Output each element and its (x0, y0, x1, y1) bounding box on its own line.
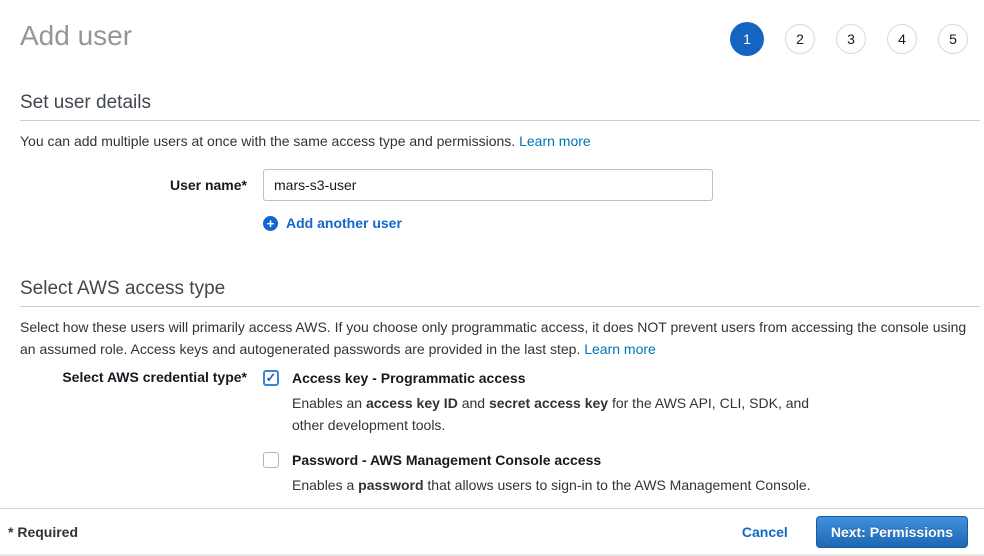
option-console-description: Enables a password that allows users to … (292, 474, 811, 496)
select-access-type-heading: Select AWS access type (20, 278, 980, 300)
user-name-label: User name* (20, 177, 263, 193)
learn-more-link-access-type[interactable]: Learn more (584, 341, 656, 357)
main-content: Set user details You can add multiple us… (0, 92, 984, 510)
step-circle-1: 1 (730, 22, 764, 56)
user-details-description-text: You can add multiple users at once with … (20, 133, 519, 149)
access-type-description: Select how these users will primarily ac… (20, 316, 980, 360)
option-programmatic-access: ✓ Access key - Programmatic access Enabl… (263, 368, 980, 436)
wizard-footer: * Required Cancel Next: Permissions (0, 508, 984, 556)
wizard-step-indicator: 1 2 3 4 5 (730, 22, 968, 56)
section-divider (20, 120, 980, 121)
credential-type-label: Select AWS credential type* (20, 368, 263, 385)
page-header: Add user 1 2 3 4 5 (0, 0, 984, 56)
option-programmatic-title: Access key - Programmatic access (292, 368, 840, 388)
option-console-text: Password - AWS Management Console access… (292, 450, 811, 496)
step-circle-4: 4 (887, 24, 917, 54)
page-title: Add user (20, 18, 132, 54)
learn-more-link-user-details[interactable]: Learn more (519, 133, 591, 149)
credential-type-row: Select AWS credential type* ✓ Access key… (20, 368, 980, 510)
step-circle-2: 2 (785, 24, 815, 54)
user-name-row: User name* (20, 169, 980, 201)
checkbox-console-access[interactable] (263, 452, 279, 468)
user-details-description: You can add multiple users at once with … (20, 130, 980, 152)
step-circle-5: 5 (938, 24, 968, 54)
next-permissions-button[interactable]: Next: Permissions (816, 516, 968, 548)
access-type-description-text: Select how these users will primarily ac… (20, 319, 966, 357)
option-programmatic-description: Enables an access key ID and secret acce… (292, 392, 840, 436)
section-divider (20, 306, 980, 307)
option-console-access: Password - AWS Management Console access… (263, 450, 980, 496)
add-another-user-link[interactable]: Add another user (286, 215, 402, 231)
user-name-input[interactable] (263, 169, 713, 201)
required-note: * Required (8, 524, 742, 540)
step-circle-3: 3 (836, 24, 866, 54)
set-user-details-heading: Set user details (20, 92, 980, 114)
plus-icon: + (263, 216, 278, 231)
cancel-button[interactable]: Cancel (742, 524, 788, 540)
checkbox-programmatic-access[interactable]: ✓ (263, 370, 279, 386)
credential-options: ✓ Access key - Programmatic access Enabl… (263, 368, 980, 510)
add-another-user-row[interactable]: + Add another user (263, 215, 980, 231)
option-console-title: Password - AWS Management Console access (292, 450, 811, 470)
option-programmatic-text: Access key - Programmatic access Enables… (292, 368, 840, 436)
